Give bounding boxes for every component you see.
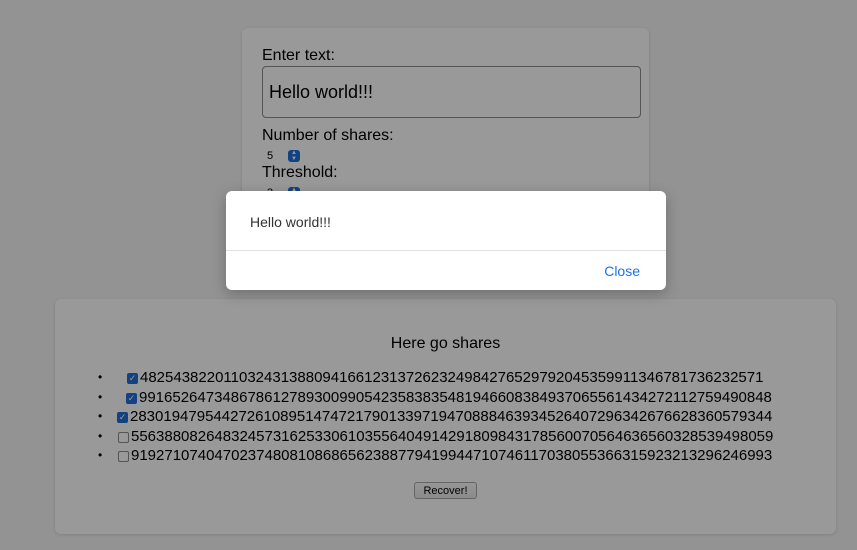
close-button[interactable]: Close xyxy=(604,263,640,279)
alert-dialog: Hello world!!! Close xyxy=(226,191,666,290)
dialog-message: Hello world!!! xyxy=(250,214,331,230)
dialog-divider xyxy=(226,250,666,251)
